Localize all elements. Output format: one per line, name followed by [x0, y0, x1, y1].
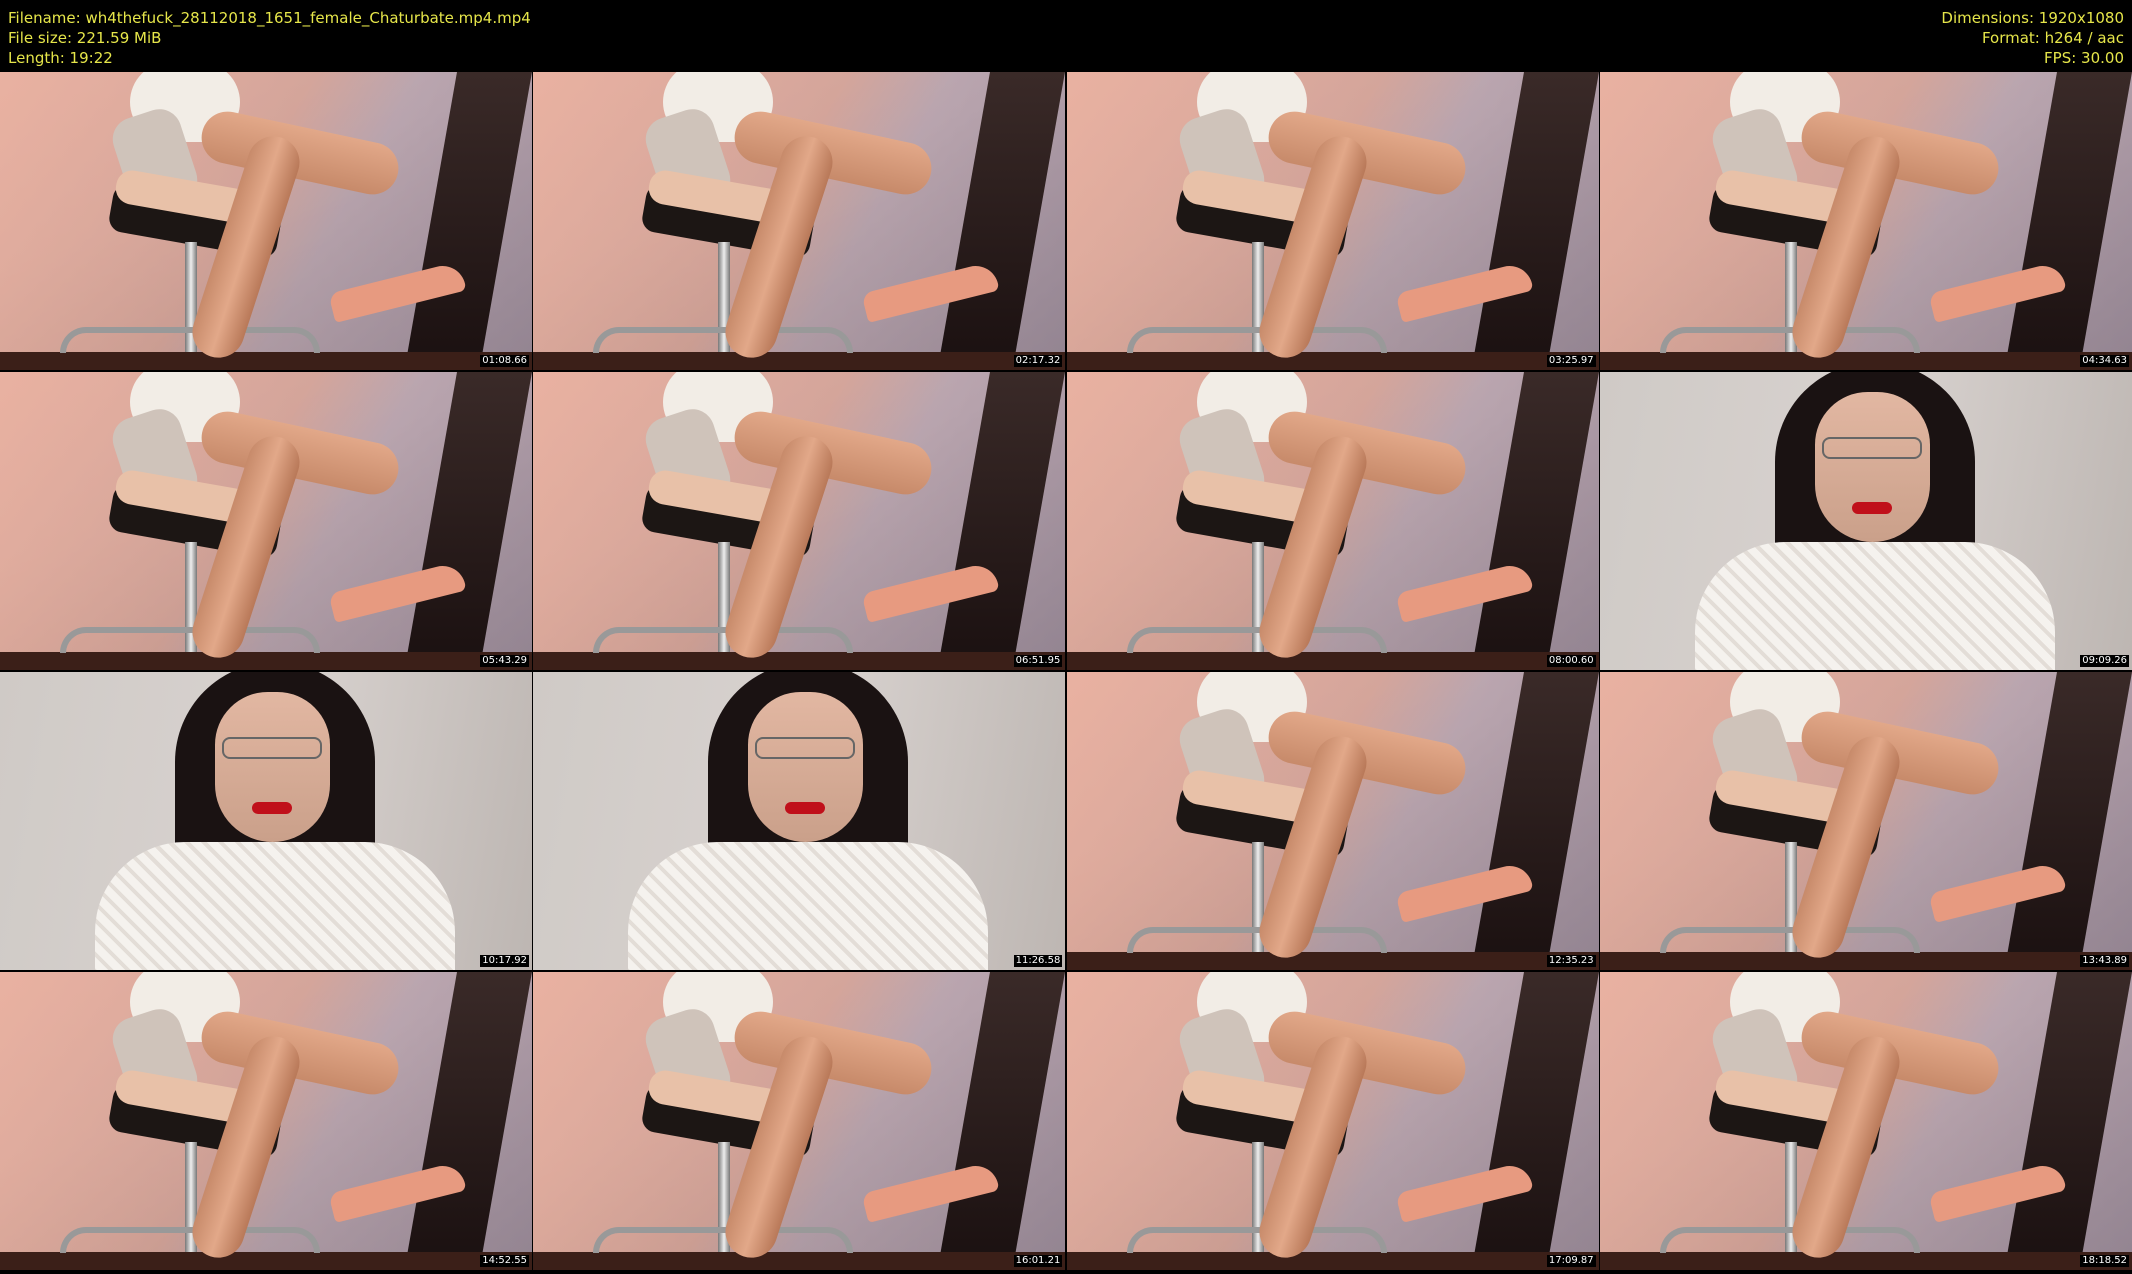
- frame-image-part: [1066, 652, 1599, 670]
- frame-image-part: [533, 652, 1066, 670]
- frame-image-part: [1066, 952, 1599, 970]
- info-header: Filename: wh4thefuck_28112018_1651_femal…: [0, 0, 2132, 72]
- frame-image-part: [1659, 327, 1920, 353]
- frame-image-part: [628, 842, 989, 970]
- thumbnail-frame: 10:17.92: [0, 672, 532, 970]
- timestamp-label: 06:51.95: [1013, 655, 1063, 667]
- frame-image-part: [1126, 927, 1387, 953]
- timestamp-label: 18:18.52: [2080, 1255, 2129, 1267]
- thumbnail-frame: 12:35.23: [1066, 672, 1599, 970]
- timestamp-label: 02:17.32: [1013, 355, 1063, 367]
- frame-image-part: [1599, 352, 2132, 370]
- frame-image-part: [1821, 437, 1922, 459]
- thumbnail-frame: 16:01.21: [533, 972, 1066, 1270]
- frame-image-part: [748, 692, 864, 842]
- thumbnail-frame: 17:09.87: [1066, 972, 1599, 1270]
- file-info-left: Filename: wh4thefuck_28112018_1651_femal…: [8, 8, 531, 68]
- timestamp-label: 16:01.21: [1013, 1255, 1063, 1267]
- frame-image-part: [60, 327, 320, 353]
- frame-image-part: [222, 737, 322, 759]
- frame-image-part: [1659, 927, 1920, 953]
- frame-image-part: [1599, 952, 2132, 970]
- timestamp-label: 08:00.60: [1546, 655, 1596, 667]
- frame-image-part: [1066, 352, 1599, 370]
- frame-image-part: [593, 627, 854, 653]
- thumbnail-grid: 01:08.66 02:17.32 03:25.97 04:34.63 05:43.29…: [0, 72, 2132, 1274]
- filename-text: Filename: wh4thefuck_28112018_1651_femal…: [8, 9, 531, 27]
- frame-image-part: [1694, 542, 2055, 670]
- thumbnail-frame: 11:26.58: [533, 672, 1066, 970]
- thumbnail-frame: 03:25.97: [1066, 72, 1599, 370]
- frame-image-part: [1066, 1252, 1599, 1270]
- thumbnail-frame: 18:18.52: [1599, 972, 2132, 1270]
- frame-image-part: [60, 627, 320, 653]
- frame-image-part: [533, 352, 1066, 370]
- thumbnail-frame: 13:43.89: [1599, 672, 2132, 970]
- timestamp-label: 09:09.26: [2080, 655, 2129, 667]
- frame-image-part: [1659, 1227, 1920, 1253]
- format-text: Format: h264 / aac: [1981, 29, 2124, 47]
- timestamp-label: 03:25.97: [1546, 355, 1596, 367]
- timestamp-label: 11:26.58: [1013, 955, 1063, 967]
- timestamp-label: 17:09.87: [1546, 1255, 1596, 1267]
- frame-image-part: [1599, 1252, 2132, 1270]
- frame-image-part: [215, 692, 330, 842]
- frame-image-part: [785, 802, 826, 814]
- dimensions-text: Dimensions: 1920x1080: [1941, 9, 2124, 27]
- frame-image-part: [593, 327, 854, 353]
- frame-image-part: [0, 652, 532, 670]
- timestamp-label: 05:43.29: [480, 655, 529, 667]
- timestamp-label: 14:52.55: [480, 1255, 529, 1267]
- timestamp-label: 01:08.66: [480, 355, 529, 367]
- frame-image-part: [1126, 327, 1387, 353]
- timestamp-label: 12:35.23: [1546, 955, 1596, 967]
- frame-image-part: [252, 802, 292, 814]
- frame-image-part: [533, 1252, 1066, 1270]
- thumbnail-frame: 01:08.66: [0, 72, 532, 370]
- frame-image-part: [95, 842, 455, 970]
- frame-image-part: [0, 1252, 532, 1270]
- frame-image-part: [1851, 502, 1892, 514]
- thumbnail-frame: 05:43.29: [0, 372, 532, 670]
- timestamp-label: 13:43.89: [2080, 955, 2129, 967]
- file-info-right: Dimensions: 1920x1080 Format: h264 / aac…: [1941, 8, 2124, 68]
- thumbnail-frame: 02:17.32: [533, 72, 1066, 370]
- timestamp-label: 10:17.92: [480, 955, 529, 967]
- thumbnail-frame: 14:52.55: [0, 972, 532, 1270]
- thumbnail-frame: 04:34.63: [1599, 72, 2132, 370]
- frame-image-part: [1126, 627, 1387, 653]
- thumbnail-frame: 06:51.95: [533, 372, 1066, 670]
- frame-image-part: [0, 352, 532, 370]
- frame-image-part: [755, 737, 856, 759]
- frame-image-part: [60, 1227, 320, 1253]
- frame-image-part: [1126, 1227, 1387, 1253]
- thumbnail-frame: 08:00.60: [1066, 372, 1599, 670]
- timestamp-label: 04:34.63: [2080, 355, 2129, 367]
- fps-text: FPS: 30.00: [2044, 49, 2124, 67]
- frame-image-part: [1814, 392, 1930, 542]
- length-text: Length: 19:22: [8, 49, 113, 67]
- filesize-text: File size: 221.59 MiB: [8, 29, 162, 47]
- frame-image-part: [593, 1227, 854, 1253]
- thumbnail-frame: 09:09.26: [1599, 372, 2132, 670]
